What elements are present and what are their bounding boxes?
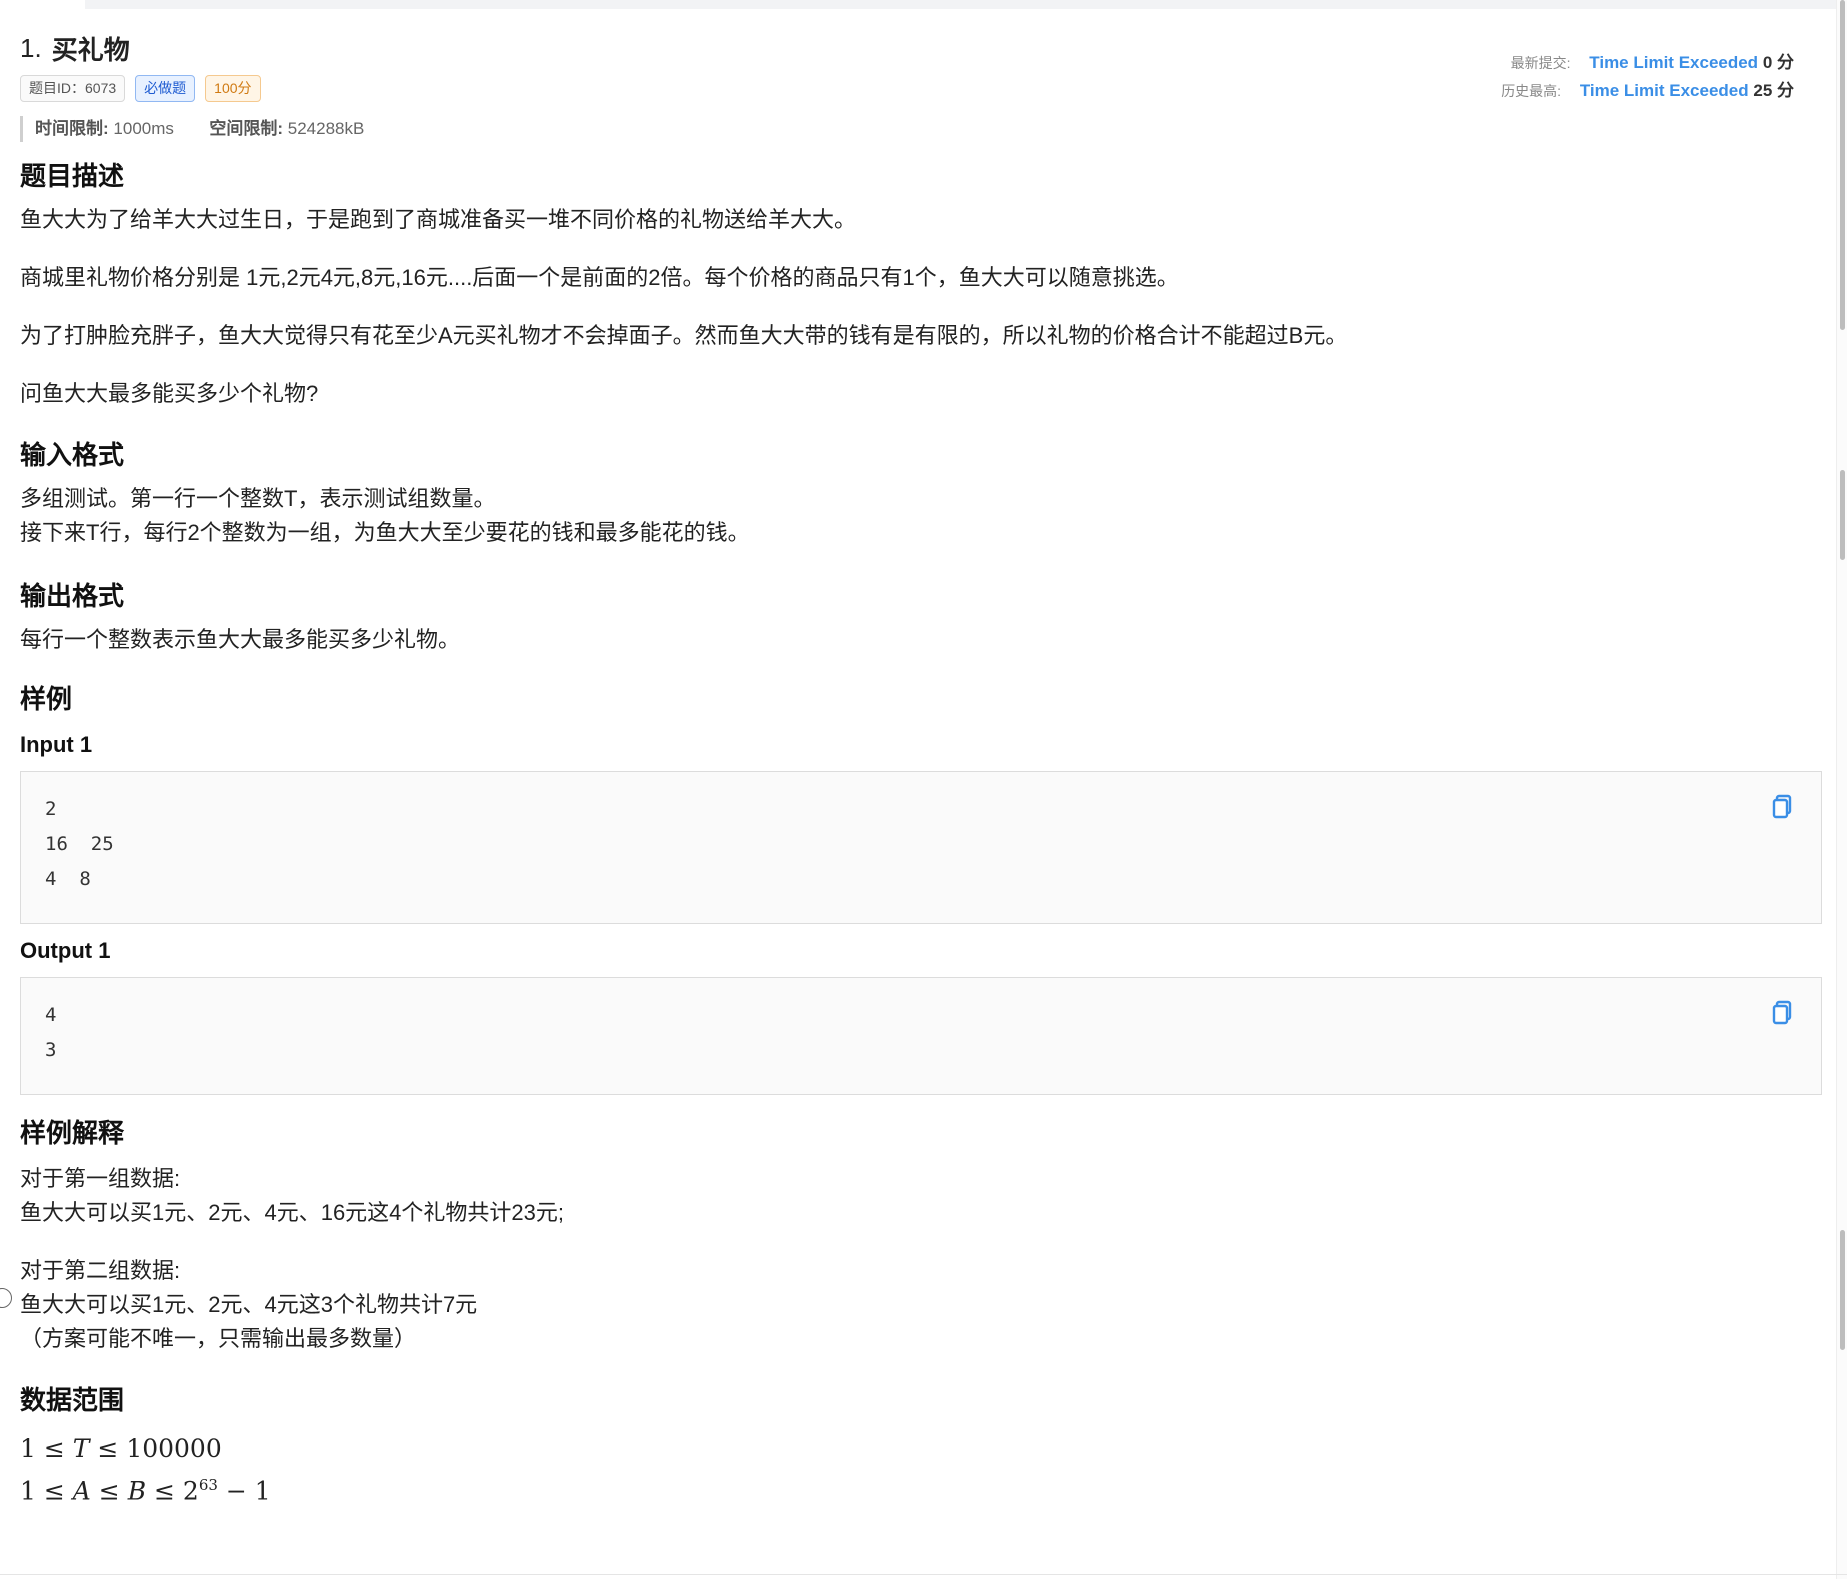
copy-icon[interactable] bbox=[1771, 794, 1795, 820]
explanation-g2-l3: （方案可能不唯一，只需输出最多数量） bbox=[20, 1326, 417, 1351]
problem-page: 1. 买礼物 题目ID：6073 必做题 100分 时间限制: 1000ms 空… bbox=[20, 26, 1822, 1509]
output1-line: 4 bbox=[45, 1004, 57, 1026]
output-format-heading: 输出格式 bbox=[20, 581, 125, 611]
description-p3: 为了打肿脸充胖子，鱼大大觉得只有花至少A元买礼物才不会掉面子。然而鱼大大带的钱有… bbox=[20, 323, 1348, 348]
best-submission: 历史最高: Time Limit Exceeded 25 分 bbox=[1501, 76, 1794, 101]
copy-icon[interactable] bbox=[1771, 1000, 1795, 1026]
description-p1: 鱼大大为了给羊大大过生日，于是跑到了商城准备买一堆不同价格的礼物送给羊大大。 bbox=[20, 207, 857, 232]
limits-bar: 时间限制: 1000ms 空间限制: 524288kB bbox=[20, 116, 1822, 142]
best-label: 历史最高: bbox=[1501, 83, 1562, 99]
input-format-heading: 输入格式 bbox=[20, 440, 125, 470]
output1-box: 4 3 bbox=[20, 977, 1822, 1095]
scrollbar[interactable] bbox=[1836, 0, 1847, 1579]
input1-line: 4 8 bbox=[45, 868, 91, 890]
explanation-heading: 样例解释 bbox=[20, 1118, 125, 1148]
range-line-2: 1 ≤ A ≤ B ≤ 263 − 1 bbox=[20, 1476, 271, 1506]
input1-line: 16 25 bbox=[45, 833, 114, 855]
latest-score: 0 分 bbox=[1762, 53, 1794, 72]
time-limit-value: 1000ms bbox=[113, 119, 174, 138]
side-collapse-handle[interactable] bbox=[0, 1288, 12, 1308]
description-p2: 商城里礼物价格分别是 1元,2元4元,8元,16元....后面一个是前面的2倍。… bbox=[20, 265, 1179, 290]
top-strip bbox=[85, 0, 1847, 9]
space-limit-label: 空间限制: bbox=[209, 119, 284, 138]
output1-line: 3 bbox=[45, 1039, 57, 1061]
samples-heading: 样例 bbox=[20, 684, 73, 714]
scroll-marker bbox=[1840, 470, 1845, 560]
problem-id-tag: 题目ID：6073 bbox=[20, 75, 126, 102]
explanation-g1-l2: 鱼大大可以买1元、2元、4元、16元这4个礼物共计23元; bbox=[20, 1200, 564, 1225]
latest-verdict-link[interactable]: Time Limit Exceeded bbox=[1589, 53, 1758, 72]
latest-label: 最新提交: bbox=[1510, 55, 1571, 71]
input1-line: 2 bbox=[45, 798, 57, 820]
problem-title-text: 买礼物 bbox=[51, 34, 130, 65]
output1-label: Output 1 bbox=[20, 938, 111, 963]
latest-submission: 最新提交: Time Limit Exceeded 0 分 bbox=[1511, 48, 1794, 73]
time-limit-label: 时间限制: bbox=[35, 119, 109, 138]
data-range-heading: 数据范围 bbox=[20, 1385, 125, 1415]
input1-label: Input 1 bbox=[20, 732, 93, 757]
best-verdict-link[interactable]: Time Limit Exceeded bbox=[1580, 81, 1749, 100]
required-tag[interactable]: 必做题 bbox=[135, 75, 196, 102]
explanation-g2-l1: 对于第二组数据: bbox=[20, 1258, 181, 1283]
space-limit-value: 524288kB bbox=[287, 119, 365, 138]
scrollbar-thumb[interactable] bbox=[1840, 0, 1845, 330]
scroll-marker bbox=[1840, 1230, 1845, 1350]
input-format-line1: 多组测试。第一行一个整数T，表示测试组数量。 bbox=[20, 486, 496, 511]
problem-number: 1. bbox=[20, 32, 42, 63]
score-tag: 100分 bbox=[205, 75, 261, 102]
description-p4: 问鱼大大最多能买多少个礼物? bbox=[20, 381, 319, 406]
bottom-divider bbox=[0, 1574, 1847, 1575]
output-format-text: 每行一个整数表示鱼大大最多能买多少礼物。 bbox=[20, 627, 461, 652]
best-score: 25 分 bbox=[1753, 81, 1794, 100]
input1-box: 2 16 25 4 8 bbox=[20, 771, 1822, 924]
description-heading: 题目描述 bbox=[20, 161, 125, 191]
input-format-line2: 接下来T行，每行2个整数为一组，为鱼大大至少要花的钱和最多能花的钱。 bbox=[20, 520, 750, 545]
explanation-g1-l1: 对于第一组数据: bbox=[20, 1166, 181, 1191]
explanation-g2-l2: 鱼大大可以买1元、2元、4元这3个礼物共计7元 bbox=[20, 1292, 478, 1317]
range-line-1: 1 ≤ T ≤ 100000 bbox=[20, 1434, 222, 1463]
